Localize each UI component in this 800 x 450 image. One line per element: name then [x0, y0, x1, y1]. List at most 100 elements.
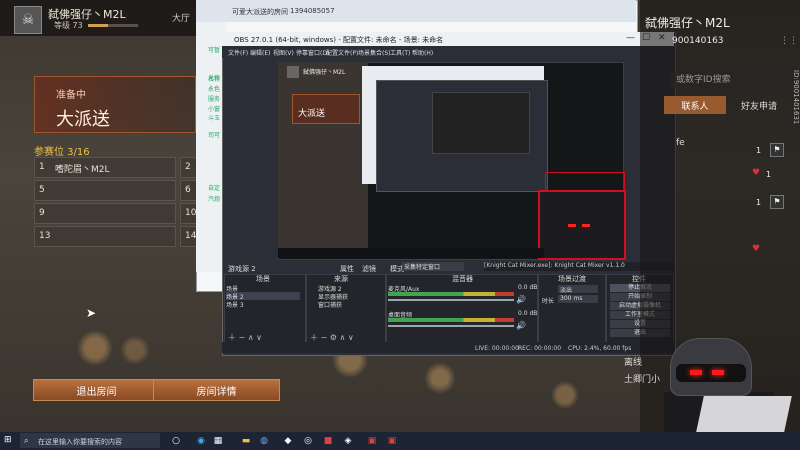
flag-icon[interactable]: ⚑ [770, 195, 784, 209]
app-icon[interactable]: ■ [322, 435, 334, 447]
preview-avatar [287, 66, 299, 78]
heart-icon[interactable]: ♥ [752, 168, 760, 178]
slot-number: 9 [39, 208, 45, 218]
scene-item[interactable]: 场景 3 [226, 300, 300, 309]
speaker-icon[interactable]: 🔊 [516, 321, 526, 330]
edge-icon[interactable]: ◉ [195, 435, 207, 447]
friend-list-item[interactable]: 土卿门小 [624, 372, 660, 385]
preview-mascot-eye [582, 224, 590, 227]
scene-item[interactable]: 场景 [226, 284, 300, 293]
task-view-icon[interactable]: ○ [170, 435, 182, 447]
menu-view[interactable]: 视图(V) [273, 48, 294, 57]
speaker-icon[interactable]: 🔊 [516, 295, 526, 304]
friend-search-input[interactable]: 或数字ID搜索 [670, 72, 796, 88]
menu-tools[interactable]: 工具(T) [390, 48, 410, 57]
filters-button[interactable]: 滤镜 [362, 264, 376, 274]
duration-input[interactable]: 300 ms [558, 295, 598, 303]
steam-icon[interactable]: ◍ [258, 435, 270, 447]
file-explorer-icon[interactable]: ▬ [240, 435, 252, 447]
room-mode-title: 大派送 [56, 109, 110, 130]
mouse-cursor-icon: ➤ [86, 306, 97, 320]
windows-start-icon[interactable]: ⊞ [4, 435, 14, 445]
menu-help[interactable]: 帮助(H) [412, 48, 433, 57]
menu-docks[interactable]: 停靠窗口(D) [296, 48, 329, 57]
capture-mode-select[interactable]: 采集特定窗口 [402, 262, 464, 271]
mascot-eye [690, 370, 702, 375]
source-item[interactable]: 游戏源 2 [318, 284, 378, 293]
game-icon[interactable]: ◆ [282, 435, 294, 447]
mascot-eye [712, 370, 724, 375]
slots-title: 参赛位 3/16 [34, 147, 90, 158]
slot-row[interactable]: 1 嗜陀眉丶M2L [34, 157, 176, 178]
player-avatar[interactable]: ☠ [14, 6, 42, 34]
mixer-volume-slider[interactable] [388, 299, 514, 301]
preview-room-mode: 大派送 [298, 109, 326, 119]
scenes-dock-title: 场景 [256, 275, 270, 283]
chat-line: 小窗 [208, 106, 221, 113]
friends-panel-name: 弑佛强仔丶M2L [645, 16, 730, 30]
room-status: 准备中 [56, 90, 86, 101]
duration-label: 时长 [542, 298, 555, 305]
flag-icon[interactable]: ⚑ [770, 143, 784, 157]
mixer-meter [388, 292, 514, 296]
drag-handle-icon[interactable]: ⋮⋮ [780, 36, 798, 46]
slot-row[interactable]: 13 [34, 226, 176, 247]
mixer-meter [388, 318, 514, 322]
chat-line: 可暂 [208, 47, 221, 54]
rec-timer: REC: 00:00:00 [518, 345, 562, 352]
friend-name: fe [676, 138, 685, 148]
source-item[interactable]: 显示器捕获 [318, 292, 378, 301]
mascot-visor [676, 364, 746, 382]
transition-type-select[interactable]: 淡出 [558, 285, 598, 294]
friend-list-item[interactable]: 离线 [624, 355, 642, 368]
friend-count: 1 [766, 170, 772, 179]
app-icon[interactable]: ◈ [342, 435, 354, 447]
slot-number: 1 [39, 162, 45, 172]
app-icon[interactable]: ▣ [366, 435, 378, 447]
browser-tab-title[interactable]: 可爱大派送的房间 [232, 7, 288, 17]
taskbar-search-placeholder: 在这里输入你要搜索的内容 [38, 438, 122, 446]
slot-row[interactable]: 9 [34, 203, 176, 224]
obs-icon[interactable]: ◎ [302, 435, 314, 447]
slot-number: 2 [185, 162, 191, 172]
mixer-dock-title: 混音器 [452, 275, 473, 283]
preview-game-capture [278, 62, 368, 258]
heart-icon[interactable]: ♥ [752, 244, 760, 254]
chat-line: 服务 [208, 96, 221, 103]
slot-number: 5 [39, 185, 45, 195]
chat-line: 汽炮 [208, 196, 221, 203]
tab-friend-requests[interactable]: 好友申请 [728, 96, 790, 114]
chat-line: 司可 [208, 132, 221, 139]
scene-item[interactable]: 场景 2 [226, 292, 300, 301]
app-icon[interactable]: ▣ [386, 435, 398, 447]
minimize-icon[interactable]: — [626, 33, 635, 43]
menu-edit[interactable]: 编辑(E) [250, 48, 270, 57]
mixer-volume-slider[interactable] [388, 325, 514, 327]
chat-line: 永色 [208, 86, 221, 93]
browser-tab-room-id: 1394085057 [290, 7, 335, 15]
store-icon[interactable]: ▦ [212, 435, 224, 447]
slot-number: 13 [39, 231, 51, 241]
room-details-button[interactable]: 房间详情 [153, 379, 280, 401]
tab-contacts[interactable]: 联系人 [664, 96, 726, 114]
slot-row[interactable]: 5 [34, 180, 176, 201]
menu-scene-collection[interactable]: 场景集合(S) [358, 48, 391, 57]
preview-obs-inner [432, 92, 530, 154]
cpu-fps: CPU: 2.4%, 60.00 fps [568, 345, 632, 352]
selected-source-label: 游戏源 2 [228, 265, 256, 273]
preview-taskbar [278, 248, 544, 258]
preview-player-name: 弑佛强仔丶M2L [303, 69, 346, 76]
chat-line: 光作 [208, 75, 221, 82]
mixer-channel-level: 0.0 dB [518, 310, 538, 317]
source-item[interactable]: 窗口捕获 [318, 300, 378, 309]
menu-file[interactable]: 文件(F) [228, 48, 248, 57]
chat-line: 斗玉 [208, 115, 221, 122]
exit-room-button[interactable]: 退出房间 [33, 379, 160, 401]
mascot-keyboard [696, 396, 792, 432]
properties-button[interactable]: 属性 [340, 264, 354, 274]
lobby-tab[interactable]: 大厅 [172, 11, 190, 24]
side-id-label: ID:9001401631 [792, 70, 800, 125]
friend-count: 1 [756, 146, 762, 155]
menu-profile[interactable]: 配置文件(P) [326, 48, 358, 57]
level-progress-fill [88, 24, 108, 27]
